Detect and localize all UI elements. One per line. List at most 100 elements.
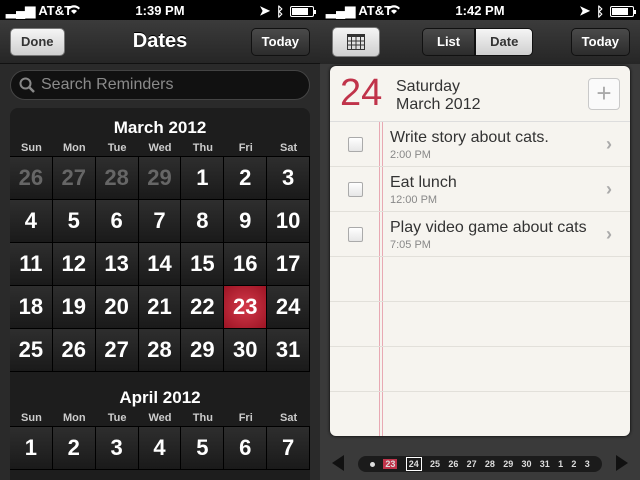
previous-arrow-icon[interactable]: [332, 455, 344, 471]
strip-date[interactable]: 26: [448, 459, 458, 469]
calendar-day-cell[interactable]: 6: [224, 427, 268, 470]
reminder-checkbox[interactable]: [348, 227, 363, 242]
calendar-day-cell[interactable]: 27: [95, 329, 139, 372]
calendar-grid-icon: [347, 34, 365, 50]
reminder-row[interactable]: Play video game about cats 7:05 PM ›: [330, 212, 630, 257]
calendar-grid-april: 1234567: [10, 426, 310, 470]
calendar-day-cell[interactable]: 16: [224, 243, 268, 286]
calendar-day-cell[interactable]: 26: [52, 329, 96, 372]
today-button[interactable]: Today: [570, 28, 630, 56]
reminder-row[interactable]: Write story about cats. 2:00 PM ›: [330, 122, 630, 167]
calendar-day-cell[interactable]: 12: [52, 243, 96, 286]
calendar-day-cell[interactable]: 9: [224, 200, 268, 243]
reminder-title: Play video game about cats: [390, 219, 587, 236]
location-icon: ➤: [259, 3, 271, 18]
calendar-day-cell[interactable]: 1: [181, 157, 225, 200]
strip-date[interactable]: 24: [405, 457, 422, 471]
add-reminder-button[interactable]: +: [588, 78, 620, 110]
tab-list[interactable]: List: [422, 28, 476, 56]
today-button[interactable]: Today: [250, 28, 310, 56]
calendar-day-cell[interactable]: 26: [10, 157, 53, 200]
strip-date[interactable]: 23: [383, 459, 398, 469]
calendar-day-cell[interactable]: 15: [181, 243, 225, 286]
calendar-day-cell[interactable]: 3: [267, 157, 310, 200]
weekday-label: Mon: [62, 142, 86, 154]
calendar-day-cell[interactable]: 5: [181, 427, 225, 470]
view-segmented-control: List Date: [422, 28, 534, 56]
strip-date[interactable]: 30: [522, 459, 532, 469]
next-arrow-icon[interactable]: [616, 455, 628, 471]
calendar-day-cell[interactable]: 4: [10, 200, 53, 243]
strip-date[interactable]: 27: [467, 459, 477, 469]
nav-bar: List Date Today: [320, 20, 640, 64]
calendar-day-cell[interactable]: 22: [181, 286, 225, 329]
calendar-grid-march: 26 27 28 29 1 2 3 4 5 6 7 8 9 10 11 12 13 14 15 16 17 18 19 20 2…: [10, 156, 310, 372]
calendar-day-cell[interactable]: 29: [181, 329, 225, 372]
empty-ruled-row: [330, 257, 630, 302]
calendar-day-cell[interactable]: 13: [95, 243, 139, 286]
calendar-day-cell[interactable]: 21: [138, 286, 182, 329]
calendar-day-cell[interactable]: 18: [10, 286, 53, 329]
day-number: 24: [340, 72, 383, 114]
strip-date[interactable]: 1: [558, 459, 563, 469]
calendar-day-cell[interactable]: 19: [52, 286, 96, 329]
weekday-label: Mon: [62, 412, 86, 424]
calendar-day-cell[interactable]: 8: [181, 200, 225, 243]
location-icon: ➤: [579, 3, 591, 18]
calendar-day-cell[interactable]: 28: [95, 157, 139, 200]
calendar-day-cell[interactable]: 2: [224, 157, 268, 200]
calendar-day-cell[interactable]: 4: [138, 427, 182, 470]
calendar-day-cell[interactable]: 25: [10, 329, 53, 372]
calendar-day-cell[interactable]: 23: [224, 286, 268, 329]
calendar-day-cell[interactable]: 27: [52, 157, 96, 200]
chevron-right-icon: ›: [606, 134, 612, 154]
tab-date[interactable]: Date: [475, 28, 534, 56]
nav-bar: Done Dates Today: [0, 20, 320, 64]
calendar-day-cell[interactable]: 7: [267, 427, 310, 470]
weekday-label: Wed: [148, 412, 172, 424]
reminder-checkbox[interactable]: [348, 137, 363, 152]
search-icon: [19, 77, 35, 93]
bluetooth-icon: ᛒ: [276, 3, 284, 19]
calendar-day-cell[interactable]: 20: [95, 286, 139, 329]
calendar-day-cell[interactable]: 28: [138, 329, 182, 372]
calendar-day-cell[interactable]: 17: [267, 243, 310, 286]
calendar-day-cell[interactable]: 10: [267, 200, 310, 243]
reminder-row[interactable]: Eat lunch 12:00 PM ›: [330, 167, 630, 212]
calendar-button[interactable]: [332, 27, 380, 57]
calendar-day-cell[interactable]: 2: [52, 427, 96, 470]
search-input[interactable]: [41, 74, 291, 96]
weekday-label: Wed: [148, 142, 172, 154]
calendar-day-cell[interactable]: 24: [267, 286, 310, 329]
reminder-time: 7:05 PM: [390, 239, 431, 251]
strip-date[interactable]: 25: [430, 459, 440, 469]
calendar-day-cell[interactable]: 31: [267, 329, 310, 372]
calendar-day-cell[interactable]: 11: [10, 243, 53, 286]
calendar-day-cell[interactable]: 1: [10, 427, 53, 470]
calendar-panel: March 2012 Sun Mon Tue Wed Thu Fri Sat 26 27 28 2…: [10, 108, 310, 480]
weekday-label: Sat: [280, 412, 298, 424]
strip-date[interactable]: 31: [540, 459, 550, 469]
weekday-label: Saturday: [396, 78, 461, 95]
calendar-day-cell[interactable]: 6: [95, 200, 139, 243]
weekday-label: Thu: [192, 412, 213, 424]
calendar-day-cell[interactable]: 30: [224, 329, 268, 372]
strip-date[interactable]: 3: [585, 459, 590, 469]
date-strip[interactable]: 23 24 25 26 27 28 29 30 31 1 2 3: [358, 456, 602, 472]
calendar-day-cell[interactable]: 14: [138, 243, 182, 286]
strip-date[interactable]: 2: [571, 459, 576, 469]
bottom-bar: 23 24 25 26 27 28 29 30 31 1 2 3: [320, 444, 640, 480]
date-header: 24 Saturday March 2012 +: [330, 66, 630, 122]
calendar-day-cell[interactable]: 3: [95, 427, 139, 470]
today-dot: [370, 461, 376, 467]
chevron-right-icon: ›: [606, 224, 612, 244]
reminder-checkbox[interactable]: [348, 182, 363, 197]
calendar-day-cell[interactable]: 5: [52, 200, 96, 243]
strip-date[interactable]: 28: [485, 459, 495, 469]
strip-date[interactable]: 29: [503, 459, 513, 469]
calendar-day-cell[interactable]: 7: [138, 200, 182, 243]
status-bar: ▂▄▆ AT&T 1:39 PM ➤ ᛒ: [0, 0, 320, 20]
search-field[interactable]: [10, 70, 310, 100]
weekday-label: Tue: [107, 142, 127, 154]
calendar-day-cell[interactable]: 29: [138, 157, 182, 200]
